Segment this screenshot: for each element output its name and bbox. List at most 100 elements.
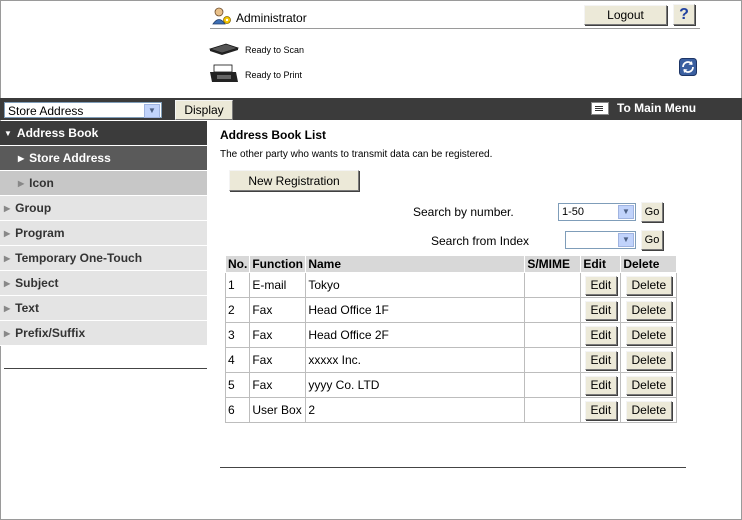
category-select[interactable]: Store Address ▼: [4, 102, 162, 118]
scanner-icon: [208, 42, 240, 58]
print-status-text: Ready to Print: [245, 70, 303, 80]
cell-edit: Edit: [580, 322, 622, 348]
edit-button[interactable]: Edit: [584, 350, 618, 370]
edit-button[interactable]: Edit: [584, 325, 618, 345]
column-header-edit: Edit: [580, 255, 622, 273]
cell-function: Fax: [249, 297, 307, 323]
cell-no: 2: [224, 297, 251, 323]
column-header-function: Function: [249, 255, 307, 273]
cell-function: Fax: [249, 322, 307, 348]
refresh-button[interactable]: [679, 58, 697, 76]
display-button[interactable]: Display: [175, 100, 233, 120]
delete-button[interactable]: Delete: [625, 275, 673, 295]
triangle-right-icon: ▶: [18, 178, 25, 188]
search-number-label: Search by number.: [413, 205, 514, 219]
sidebar-item-subject[interactable]: ▶ Subject: [0, 271, 207, 296]
edit-button[interactable]: Edit: [584, 375, 618, 395]
cell-smime: [524, 397, 582, 423]
cell-edit: Edit: [580, 372, 622, 398]
delete-button[interactable]: Delete: [625, 300, 673, 320]
sidebar-item-group[interactable]: ▶ Group: [0, 196, 207, 221]
page-title: Address Book List: [220, 128, 327, 142]
search-number-select[interactable]: 1-50 ▼: [558, 203, 636, 221]
delete-button[interactable]: Delete: [625, 325, 673, 345]
sidebar-item-label: Program: [15, 226, 65, 240]
triangle-right-icon: ▶: [4, 203, 11, 213]
go-button-number[interactable]: Go: [641, 202, 663, 222]
chevron-down-icon: ▼: [618, 205, 634, 219]
address-book-table: No. Function Name S/MIME Edit Delete 1 E…: [224, 255, 678, 423]
main-menu-icon: [591, 101, 609, 115]
cell-name: yyyy Co. LTD: [305, 372, 526, 398]
cell-delete: Delete: [620, 322, 678, 348]
column-header-smime: S/MIME: [524, 255, 582, 273]
triangle-right-icon: ▶: [4, 303, 11, 313]
new-registration-button[interactable]: New Registration: [229, 170, 359, 191]
sidebar-item-label: Prefix/Suffix: [15, 326, 86, 340]
cell-function: E-mail: [249, 272, 307, 298]
edit-button[interactable]: Edit: [584, 300, 618, 320]
to-main-menu-link[interactable]: To Main Menu: [591, 101, 696, 115]
cell-edit: Edit: [580, 397, 622, 423]
scan-status-text: Ready to Scan: [245, 45, 305, 55]
sidebar-item-label: Group: [15, 201, 52, 215]
sidebar: ▼ Address Book ▶ Store Address ▶ Icon ▶ …: [0, 121, 207, 346]
triangle-right-icon: ▶: [4, 253, 11, 263]
sidebar-divider: [4, 368, 207, 369]
admin-indicator: Administrator: [212, 7, 307, 28]
cell-smime: [524, 297, 582, 323]
sidebar-item-label: Temporary One-Touch: [15, 251, 143, 265]
sidebar-item-address-book[interactable]: ▼ Address Book: [0, 121, 207, 146]
cell-delete: Delete: [620, 297, 678, 323]
table-row: 1 E-mail Tokyo Edit Delete: [224, 272, 678, 298]
sidebar-item-label: Address Book: [16, 126, 99, 140]
cell-smime: [524, 272, 582, 298]
edit-button[interactable]: Edit: [584, 275, 618, 295]
cell-smime: [524, 372, 582, 398]
table-row: 2 Fax Head Office 1F Edit Delete: [224, 297, 678, 323]
column-header-delete: Delete: [620, 255, 678, 273]
cell-function: Fax: [249, 372, 307, 398]
cell-no: 5: [224, 372, 251, 398]
column-header-name: Name: [305, 255, 526, 273]
sidebar-item-text[interactable]: ▶ Text: [0, 296, 207, 321]
table-row: 3 Fax Head Office 2F Edit Delete: [224, 322, 678, 348]
cell-no: 1: [224, 272, 251, 298]
sidebar-item-label: Icon: [29, 176, 54, 190]
delete-button[interactable]: Delete: [625, 350, 673, 370]
sidebar-item-label: Store Address: [29, 151, 111, 165]
delete-button[interactable]: Delete: [625, 375, 673, 395]
sidebar-item-icon[interactable]: ▶ Icon: [0, 171, 207, 196]
delete-button[interactable]: Delete: [625, 400, 673, 420]
sidebar-item-store-address[interactable]: ▶ Store Address: [0, 146, 207, 171]
administrator-label: Administrator: [236, 10, 307, 25]
table-row: 4 Fax xxxxx Inc. Edit Delete: [224, 347, 678, 373]
sidebar-item-label: Subject: [15, 276, 59, 290]
sidebar-item-temporary-one-touch[interactable]: ▶ Temporary One-Touch: [0, 246, 207, 271]
search-index-select[interactable]: ▼: [565, 231, 636, 249]
sidebar-item-program[interactable]: ▶ Program: [0, 221, 207, 246]
help-button[interactable]: ?: [673, 4, 695, 25]
edit-button[interactable]: Edit: [584, 400, 618, 420]
logout-button[interactable]: Logout: [584, 5, 667, 25]
search-index-label: Search from Index: [431, 234, 530, 248]
triangle-right-icon: ▶: [4, 228, 11, 238]
table-row: 5 Fax yyyy Co. LTD Edit Delete: [224, 372, 678, 398]
to-main-menu-label: To Main Menu: [617, 101, 697, 115]
go-button-index[interactable]: Go: [641, 230, 663, 250]
cell-edit: Edit: [580, 272, 622, 298]
page-description: The other party who wants to transmit da…: [220, 149, 493, 160]
column-header-no: No.: [224, 255, 251, 273]
cell-no: 3: [224, 322, 251, 348]
cell-edit: Edit: [580, 347, 622, 373]
cell-name: 2: [305, 397, 526, 423]
triangle-down-icon: ▼: [4, 128, 12, 138]
cell-edit: Edit: [580, 297, 622, 323]
cell-smime: [524, 322, 582, 348]
sidebar-item-prefix-suffix[interactable]: ▶ Prefix/Suffix: [0, 321, 207, 346]
table-header-row: No. Function Name S/MIME Edit Delete: [224, 255, 678, 273]
administrator-icon: [212, 7, 232, 28]
cell-name: Tokyo: [305, 272, 526, 298]
cell-no: 6: [224, 397, 251, 423]
content-divider: [220, 467, 686, 468]
